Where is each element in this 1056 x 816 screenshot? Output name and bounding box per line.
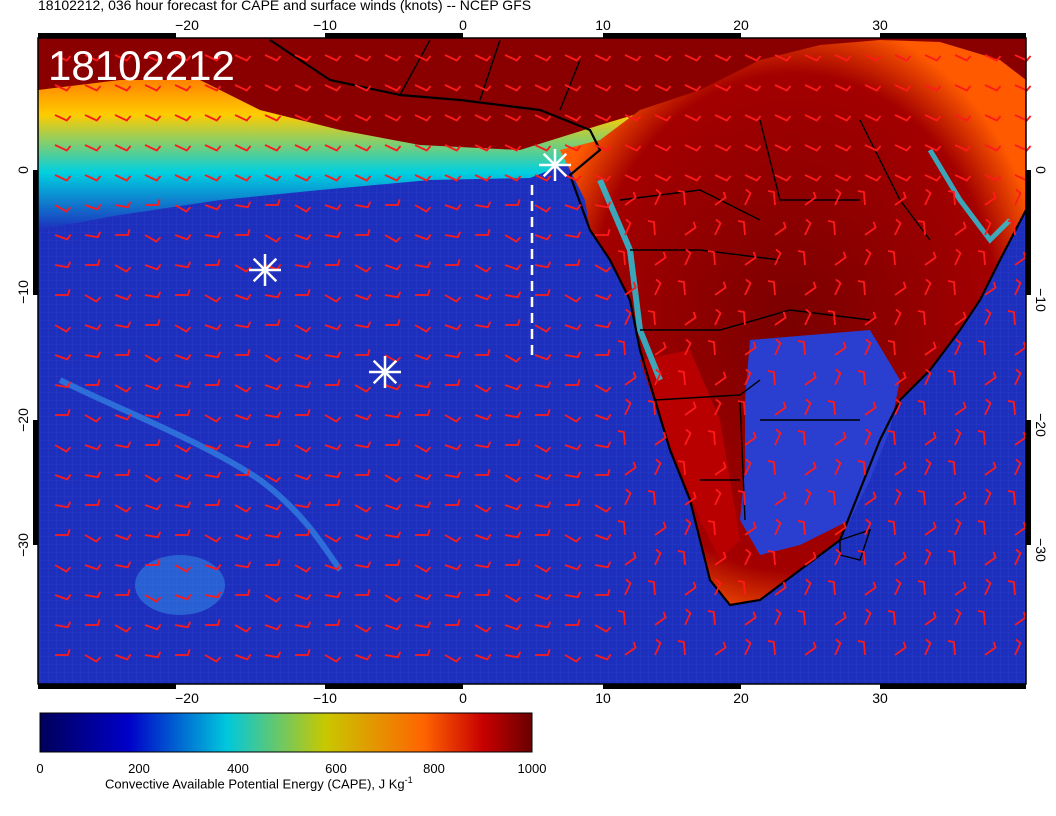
lon-tick-top: −20 <box>175 17 199 33</box>
south-atlantic-cape-cell <box>135 555 225 615</box>
lon-tick-top: 10 <box>595 17 611 33</box>
colorbar <box>39 712 533 753</box>
lat-tick-right: −20 <box>1033 413 1049 437</box>
lat-tick-left: −20 <box>15 408 31 432</box>
date-stamp: 18102212 <box>48 42 235 89</box>
asterisk-icon <box>249 254 281 286</box>
lat-tick-right: 0 <box>1033 166 1049 174</box>
colorbar-tick: 800 <box>423 761 445 776</box>
lon-tick-top: 0 <box>459 17 467 33</box>
asterisk-icon <box>369 356 401 388</box>
cape-map: 18102212 −20 −10 0 10 20 30 −20 −10 0 10… <box>15 17 1049 776</box>
lat-tick-right: −30 <box>1033 538 1049 562</box>
lat-tick-left: 0 <box>15 166 31 174</box>
colorbar-tick: 600 <box>325 761 347 776</box>
lon-tick-top: 20 <box>733 17 749 33</box>
colorbar-tick: 1000 <box>518 761 547 776</box>
colorbar-tick: 200 <box>128 761 150 776</box>
lon-tick-bottom: −10 <box>313 690 337 706</box>
lon-tick-bottom: −20 <box>175 690 199 706</box>
asterisk-icon <box>539 149 571 181</box>
lat-tick-left: −30 <box>15 533 31 557</box>
colorbar-label-text: Convective Available Potential Energy (C… <box>105 776 405 792</box>
lon-tick-bottom: 30 <box>872 690 888 706</box>
lat-tick-right: −10 <box>1033 288 1049 312</box>
colorbar-tick: 400 <box>227 761 249 776</box>
lat-tick-left: −10 <box>15 280 31 304</box>
colorbar-label-sup: -1 <box>404 775 413 785</box>
lon-tick-bottom: 20 <box>733 690 749 706</box>
colorbar-label: Convective Available Potential Energy (C… <box>105 775 413 791</box>
colorbar-tick: 0 <box>36 761 43 776</box>
lon-tick-top: −10 <box>313 17 337 33</box>
lon-tick-bottom: 0 <box>459 690 467 706</box>
lon-tick-top: 30 <box>872 17 888 33</box>
lon-tick-bottom: 10 <box>595 690 611 706</box>
